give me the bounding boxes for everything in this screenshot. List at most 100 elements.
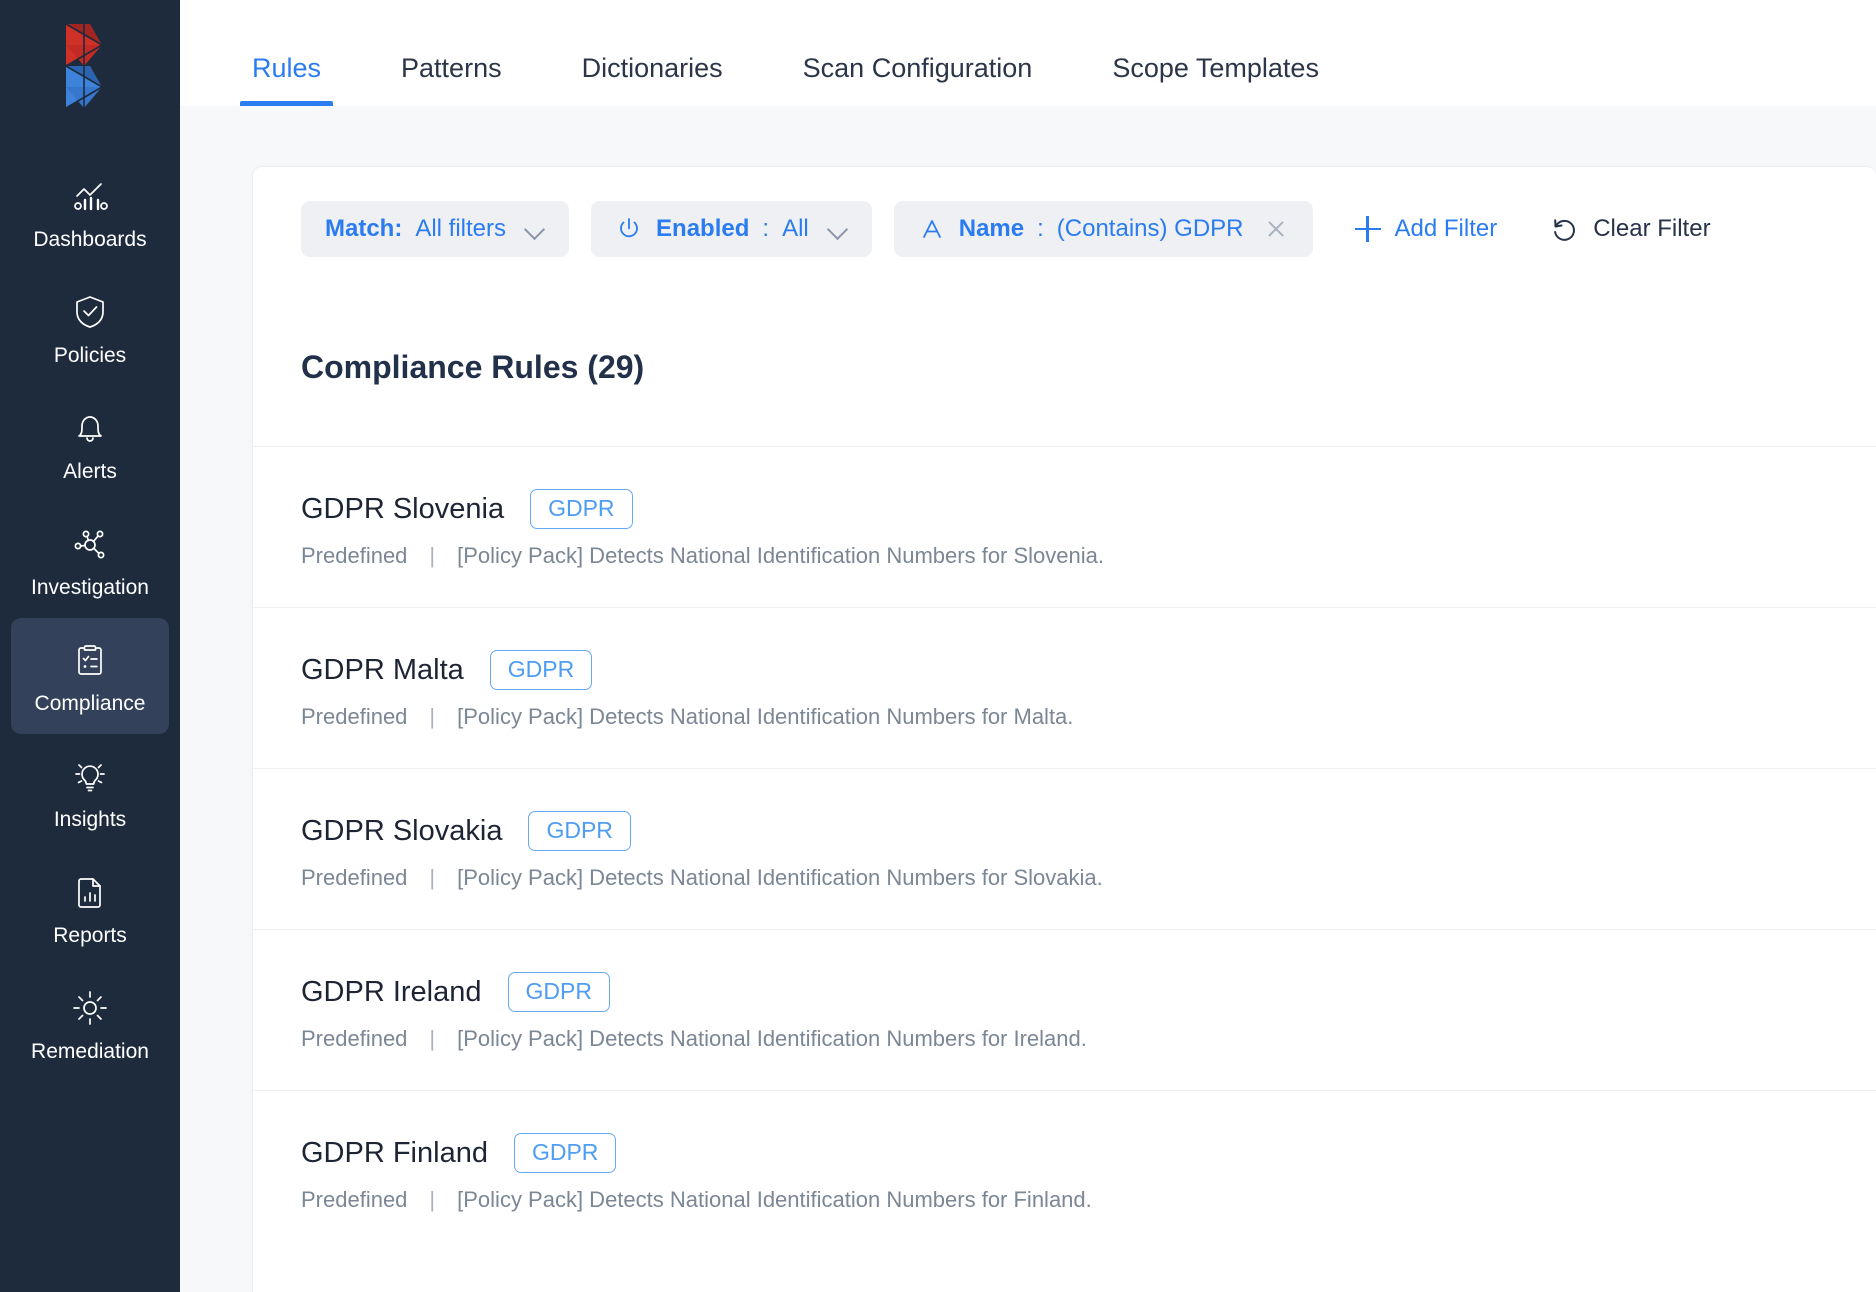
rule-meta: Predefined | [Policy Pack] Detects Natio… xyxy=(301,543,1876,569)
table-row[interactable]: GDPR Ireland GDPR Predefined | [Policy P… xyxy=(253,929,1876,1090)
chevron-down-icon xyxy=(828,219,848,239)
sidebar-item-policies[interactable]: Policies xyxy=(11,270,169,386)
meta-separator: | xyxy=(429,1026,436,1051)
table-row[interactable]: GDPR Slovakia GDPR Predefined | [Policy … xyxy=(253,768,1876,929)
match-filter-chip[interactable]: Match: All filters xyxy=(301,201,570,257)
rule-type: Predefined xyxy=(301,543,408,568)
sidebar-item-reports[interactable]: Reports xyxy=(11,850,169,966)
close-icon[interactable] xyxy=(1263,216,1289,242)
meta-separator: | xyxy=(429,865,436,890)
sidebar-item-label: Compliance xyxy=(34,691,146,715)
rule-header: GDPR Ireland GDPR xyxy=(301,972,1876,1012)
sidebar-item-label: Remediation xyxy=(31,1039,149,1063)
sun-icon xyxy=(69,987,111,1029)
text-a-icon xyxy=(918,215,946,243)
chevron-down-icon xyxy=(525,219,545,239)
sidebar-item-label: Reports xyxy=(53,923,127,947)
bell-icon xyxy=(69,407,111,449)
add-filter-label: Add Filter xyxy=(1394,215,1498,242)
sidebar-nav: Dashboards Policies Alerts Investigation xyxy=(0,154,180,1082)
content-area: Match: All filters Enabled: All Name: (… xyxy=(180,106,1876,1292)
rule-name: GDPR Slovakia xyxy=(301,814,503,847)
status-badge: GDPR xyxy=(513,1133,617,1173)
sidebar-item-compliance[interactable]: Compliance xyxy=(11,618,169,734)
status-badge: GDPR xyxy=(528,811,631,851)
filter-bar: Match: All filters Enabled: All Name: (… xyxy=(253,167,1876,291)
clear-filter-label: Clear Filter xyxy=(1593,215,1711,242)
sidebar-item-label: Policies xyxy=(53,343,127,367)
power-icon xyxy=(615,215,643,243)
table-row[interactable]: GDPR Malta GDPR Predefined | [Policy Pac… xyxy=(253,607,1876,768)
rule-description: [Policy Pack] Detects National Identific… xyxy=(457,543,1104,568)
main-content: Rules Patterns Dictionaries Scan Configu… xyxy=(180,0,1876,1292)
name-filter-value: (Contains) GDPR xyxy=(1056,215,1244,242)
rule-header: GDPR Slovenia GDPR xyxy=(301,489,1876,529)
tab-scan-configuration[interactable]: Scan Configuration xyxy=(763,53,1073,106)
rule-meta: Predefined | [Policy Pack] Detects Natio… xyxy=(301,704,1876,730)
status-badge: GDPR xyxy=(507,972,610,1012)
sidebar-item-remediation[interactable]: Remediation xyxy=(11,966,169,1082)
rule-description: [Policy Pack] Detects National Identific… xyxy=(457,1187,1092,1212)
rule-description: [Policy Pack] Detects National Identific… xyxy=(457,865,1103,890)
document-chart-icon xyxy=(69,871,111,913)
primary-sidebar: Dashboards Policies Alerts Investigation xyxy=(0,0,180,1292)
table-row[interactable]: GDPR Slovenia GDPR Predefined | [Policy … xyxy=(253,446,1876,607)
rule-meta: Predefined | [Policy Pack] Detects Natio… xyxy=(301,865,1876,891)
enabled-filter-label: Enabled xyxy=(656,215,750,242)
rule-header: GDPR Slovakia GDPR xyxy=(301,811,1876,851)
rule-name: GDPR Finland xyxy=(301,1136,488,1169)
page-title: Compliance Rules (29) xyxy=(301,349,645,385)
tab-dictionaries[interactable]: Dictionaries xyxy=(542,53,763,106)
table-row[interactable]: GDPR Finland GDPR Predefined | [Policy P… xyxy=(253,1090,1876,1251)
enabled-filter-separator: : xyxy=(762,215,770,242)
shield-check-icon xyxy=(69,291,111,333)
sidebar-item-label: Dashboards xyxy=(33,227,147,251)
rule-meta: Predefined | [Policy Pack] Detects Natio… xyxy=(301,1026,1876,1052)
meta-separator: | xyxy=(429,704,436,729)
rules-card: Match: All filters Enabled: All Name: (… xyxy=(252,166,1876,1292)
lightbulb-icon xyxy=(69,755,111,797)
meta-separator: | xyxy=(429,1187,436,1212)
match-filter-label: Match: xyxy=(325,215,403,242)
match-filter-value: All filters xyxy=(415,215,507,242)
plus-icon xyxy=(1354,216,1381,242)
rule-type: Predefined xyxy=(301,1187,408,1212)
rule-description: [Policy Pack] Detects National Identific… xyxy=(457,1026,1087,1051)
tab-scope-templates[interactable]: Scope Templates xyxy=(1072,53,1359,106)
enabled-filter-chip[interactable]: Enabled: All xyxy=(591,201,872,257)
sidebar-item-dashboards[interactable]: Dashboards xyxy=(11,154,169,270)
rule-meta: Predefined | [Policy Pack] Detects Natio… xyxy=(301,1187,1876,1213)
tab-bar: Rules Patterns Dictionaries Scan Configu… xyxy=(180,0,1876,106)
bigid-logo[interactable] xyxy=(48,18,132,114)
tab-patterns[interactable]: Patterns xyxy=(361,53,542,106)
rule-header: GDPR Malta GDPR xyxy=(301,650,1876,690)
sidebar-item-investigation[interactable]: Investigation xyxy=(11,502,169,618)
sidebar-item-label: Investigation xyxy=(31,575,149,599)
rule-type: Predefined xyxy=(301,704,408,729)
name-filter-chip[interactable]: Name: (Contains) GDPR xyxy=(893,201,1313,257)
clear-filter-button[interactable]: Clear Filter xyxy=(1549,214,1711,244)
enabled-filter-value: All xyxy=(782,215,809,242)
add-filter-button[interactable]: Add Filter xyxy=(1354,215,1498,243)
undo-icon xyxy=(1549,214,1579,244)
rule-description: [Policy Pack] Detects National Identific… xyxy=(457,704,1074,729)
rule-header: GDPR Finland GDPR xyxy=(301,1133,1876,1173)
rule-name: GDPR Ireland xyxy=(301,975,482,1008)
rule-type: Predefined xyxy=(301,865,408,890)
sidebar-item-alerts[interactable]: Alerts xyxy=(11,386,169,502)
sidebar-item-insights[interactable]: Insights xyxy=(11,734,169,850)
chart-line-icon xyxy=(69,175,111,217)
meta-separator: | xyxy=(429,543,436,568)
clipboard-list-icon xyxy=(69,639,111,681)
sidebar-item-label: Insights xyxy=(53,807,127,831)
tab-rules[interactable]: Rules xyxy=(212,53,361,106)
name-filter-separator: : xyxy=(1037,215,1044,242)
sidebar-item-label: Alerts xyxy=(63,459,117,483)
rule-type: Predefined xyxy=(301,1026,408,1051)
status-badge: GDPR xyxy=(530,489,633,529)
network-nodes-icon xyxy=(69,523,111,565)
status-badge: GDPR xyxy=(489,650,593,690)
name-filter-label: Name xyxy=(958,215,1025,242)
rule-name: GDPR Slovenia xyxy=(301,492,505,525)
rule-name: GDPR Malta xyxy=(301,653,464,686)
